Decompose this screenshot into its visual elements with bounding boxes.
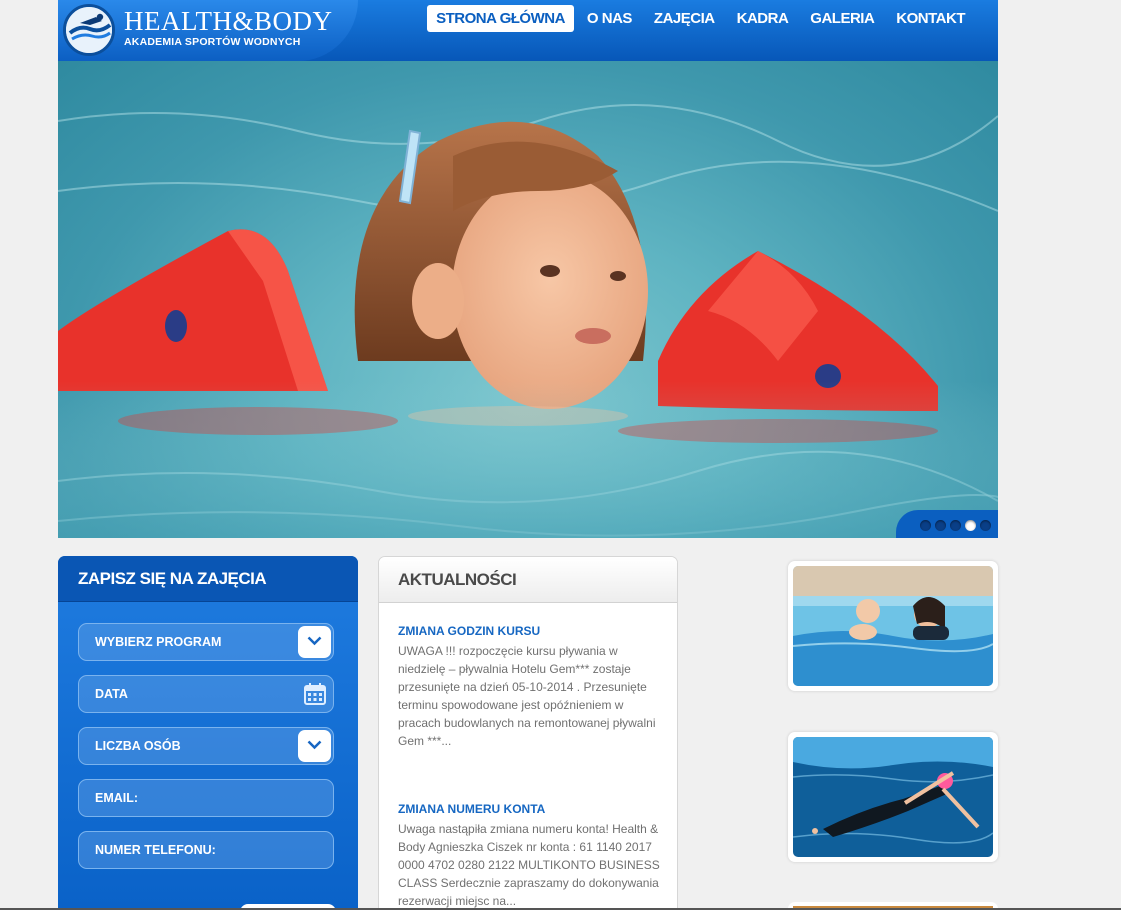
slider-pager bbox=[896, 510, 998, 538]
email-field[interactable]: EMAIL: bbox=[78, 779, 334, 817]
date-field[interactable]: DATA bbox=[78, 675, 334, 713]
program-select-label: WYBIERZ PROGRAM bbox=[95, 635, 222, 649]
signup-panel: ZAPISZ SIĘ NA ZAJĘCIA WYBIERZ PROGRAM DA… bbox=[58, 556, 358, 910]
chevron-down-icon bbox=[307, 740, 322, 750]
chevron-down-icon bbox=[307, 636, 322, 646]
gallery-thumb-swimmer[interactable] bbox=[788, 732, 998, 862]
nav-item-about[interactable]: O NAS bbox=[578, 5, 641, 32]
news-item-body: UWAGA !!! rozpoczęcie kursu pływania w n… bbox=[398, 644, 656, 748]
program-dropdown-button[interactable] bbox=[298, 626, 331, 658]
news-item: ZMIANA NUMERU KONTA Uwaga nastąpiła zmia… bbox=[398, 802, 660, 909]
email-field-label: EMAIL: bbox=[95, 791, 139, 805]
brand-title: HEALTH&BODY bbox=[124, 6, 333, 36]
nav-item-home[interactable]: STRONA GŁÓWNA bbox=[427, 5, 574, 32]
phone-field[interactable]: NUMER TELEFONU: bbox=[78, 831, 334, 869]
nav-item-gallery[interactable]: GALERIA bbox=[801, 5, 883, 32]
signup-title: ZAPISZ SIĘ NA ZAJĘCIA bbox=[78, 569, 267, 588]
news-item-title-link[interactable]: ZMIANA GODZIN KURSU bbox=[398, 624, 660, 638]
people-count-label: LICZBA OSÓB bbox=[95, 739, 181, 753]
program-select[interactable]: WYBIERZ PROGRAM bbox=[78, 623, 334, 661]
news-item-body: Uwaga nastąpiła zmiana numeru konta! Hea… bbox=[398, 822, 660, 908]
nav-item-classes[interactable]: ZAJĘCIA bbox=[645, 5, 724, 32]
calendar-icon[interactable] bbox=[303, 682, 327, 706]
gallery-thumb-image bbox=[793, 737, 993, 857]
slider-dot-1[interactable] bbox=[920, 520, 931, 531]
slider-dot-5[interactable] bbox=[980, 520, 991, 531]
slider-dot-2[interactable] bbox=[935, 520, 946, 531]
news-item: ZMIANA GODZIN KURSU UWAGA !!! rozpoczęci… bbox=[398, 624, 660, 750]
hero-slider bbox=[58, 61, 998, 538]
logo[interactable]: HEALTH&BODY AKADEMIA SPORTÓW WODNYCH bbox=[58, 0, 358, 61]
nav-item-staff[interactable]: KADRA bbox=[728, 5, 798, 32]
main-nav: STRONA GŁÓWNA O NAS ZAJĘCIA KADRA GALERI… bbox=[427, 5, 974, 32]
news-item-title-link[interactable]: ZMIANA NUMERU KONTA bbox=[398, 802, 660, 816]
hero-image bbox=[58, 104, 998, 538]
swimmer-logo-icon bbox=[63, 4, 115, 56]
people-count-dropdown-button[interactable] bbox=[298, 730, 331, 762]
slider-dot-3[interactable] bbox=[950, 520, 961, 531]
nav-item-contact[interactable]: KONTAKT bbox=[887, 5, 974, 32]
gallery-thumb-mother-baby[interactable] bbox=[788, 561, 998, 691]
people-count-select[interactable]: LICZBA OSÓB bbox=[78, 727, 334, 765]
news-panel: AKTUALNOŚCI ZMIANA GODZIN KURSU UWAGA !!… bbox=[378, 556, 678, 910]
news-title: AKTUALNOŚCI bbox=[398, 570, 517, 589]
slider-dot-4[interactable] bbox=[965, 520, 976, 531]
brand-subtitle: AKADEMIA SPORTÓW WODNYCH bbox=[124, 36, 301, 48]
phone-field-label: NUMER TELEFONU: bbox=[95, 843, 216, 857]
site-header: HEALTH&BODY AKADEMIA SPORTÓW WODNYCH STR… bbox=[58, 0, 998, 61]
gallery-thumb-image bbox=[793, 566, 993, 686]
date-field-label: DATA bbox=[95, 687, 128, 701]
